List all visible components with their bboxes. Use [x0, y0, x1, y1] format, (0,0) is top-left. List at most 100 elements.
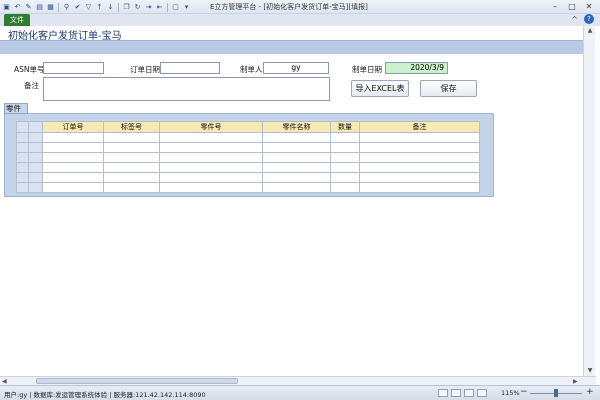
table-icon[interactable]: ▦: [46, 3, 55, 12]
cell-order-no[interactable]: [42, 172, 104, 183]
cell-label-no[interactable]: [103, 162, 160, 173]
print-icon[interactable]: ▤: [35, 3, 44, 12]
cell-quantity[interactable]: [330, 132, 360, 143]
table-row[interactable]: [16, 172, 480, 183]
minimize-button[interactable]: –: [548, 1, 562, 12]
check-icon[interactable]: ✔: [73, 3, 82, 12]
close-button[interactable]: ✕: [582, 1, 596, 12]
column-header-part-name[interactable]: 零件名称: [262, 121, 331, 133]
cell-order-no[interactable]: [42, 132, 104, 143]
table-row[interactable]: [16, 152, 480, 163]
cell-label-no[interactable]: [103, 132, 160, 143]
cell-part-no[interactable]: [159, 182, 263, 193]
save-icon[interactable]: ▣: [2, 3, 11, 12]
cell-order-no[interactable]: [42, 142, 104, 153]
select-all-cell[interactable]: [16, 121, 29, 133]
maker-field[interactable]: gy: [263, 62, 329, 74]
copy-icon[interactable]: ❐: [122, 3, 131, 12]
zoom-slider-handle[interactable]: [554, 389, 558, 397]
design-view-icon[interactable]: [477, 389, 487, 397]
maximize-button[interactable]: □: [565, 1, 579, 12]
sort-desc-icon[interactable]: ↓: [106, 3, 115, 12]
order-date-field[interactable]: [160, 62, 220, 74]
form-view-icon[interactable]: [438, 389, 448, 397]
table-row[interactable]: [16, 142, 480, 153]
cell-part-name[interactable]: [262, 132, 331, 143]
cell-quantity[interactable]: [330, 142, 360, 153]
zoom-level[interactable]: 115%: [501, 389, 520, 397]
window-controls: – □ ✕: [548, 1, 596, 12]
cell-remark[interactable]: [359, 142, 480, 153]
file-tab[interactable]: 文件: [4, 14, 30, 26]
cell-part-no[interactable]: [159, 162, 263, 173]
scroll-down-icon[interactable]: ▼: [584, 366, 596, 376]
table-row[interactable]: [16, 162, 480, 173]
zoom-in-icon[interactable]: +: [586, 387, 594, 397]
vertical-scrollbar[interactable]: ▲ ▼: [583, 26, 595, 376]
cell-part-no[interactable]: [159, 142, 263, 153]
cell-part-name[interactable]: [262, 172, 331, 183]
column-header-label-no[interactable]: 标签号: [103, 121, 160, 133]
help-icon[interactable]: ?: [584, 14, 594, 24]
column-header-quantity[interactable]: 数量: [330, 121, 360, 133]
cell-quantity[interactable]: [330, 182, 360, 193]
make-date-field[interactable]: 2020/3/9: [385, 62, 448, 74]
cell-order-no[interactable]: [42, 182, 104, 193]
menu-icon[interactable]: ▾: [182, 3, 191, 12]
row-selector[interactable]: [16, 162, 29, 173]
cell-remark[interactable]: [359, 152, 480, 163]
import-icon[interactable]: ⇤: [155, 3, 164, 12]
row-selector[interactable]: [16, 132, 29, 143]
cell-quantity[interactable]: [330, 152, 360, 163]
edit-icon[interactable]: ✎: [24, 3, 33, 12]
layout-view-icon[interactable]: [464, 389, 474, 397]
horizontal-scrollbar[interactable]: ◀ ▶: [0, 376, 596, 385]
row-selector[interactable]: [16, 172, 29, 183]
remark-field[interactable]: [43, 77, 330, 101]
column-header-part-no[interactable]: 零件号: [159, 121, 263, 133]
status-text: 用户:gy | 数据库:发运管理系统体验 | 服务器:121.42.142.11…: [4, 391, 206, 399]
cell-order-no[interactable]: [42, 152, 104, 163]
cell-remark[interactable]: [359, 162, 480, 173]
cell-part-name[interactable]: [262, 182, 331, 193]
datasheet-view-icon[interactable]: [451, 389, 461, 397]
refresh-icon[interactable]: ↻: [133, 3, 142, 12]
cell-label-no[interactable]: [103, 172, 160, 183]
cell-quantity[interactable]: [330, 172, 360, 183]
cell-remark[interactable]: [359, 172, 480, 183]
row-selector[interactable]: [16, 182, 29, 193]
cell-label-no[interactable]: [103, 152, 160, 163]
cell-quantity[interactable]: [330, 162, 360, 173]
cell-remark[interactable]: [359, 182, 480, 193]
cell-part-name[interactable]: [262, 152, 331, 163]
cell-order-no[interactable]: [42, 162, 104, 173]
cell-part-no[interactable]: [159, 172, 263, 183]
cell-part-no[interactable]: [159, 132, 263, 143]
export-icon[interactable]: ⇥: [144, 3, 153, 12]
cell-part-name[interactable]: [262, 162, 331, 173]
chevron-up-icon[interactable]: ^: [571, 15, 578, 24]
column-header-remark[interactable]: 备注: [359, 121, 480, 133]
table-row[interactable]: [16, 132, 480, 143]
cell-remark[interactable]: [359, 132, 480, 143]
zoom-icon[interactable]: ⚲: [62, 3, 71, 12]
row-selector[interactable]: [16, 152, 29, 163]
row-marker: [28, 162, 43, 173]
scroll-up-icon[interactable]: ▲: [584, 26, 596, 36]
cell-part-name[interactable]: [262, 142, 331, 153]
undo-icon[interactable]: ↶: [13, 3, 22, 12]
save-button[interactable]: 保存: [420, 80, 477, 97]
zoom-out-icon[interactable]: −: [520, 387, 528, 397]
import-excel-button[interactable]: 导入EXCEL表: [351, 80, 409, 97]
column-header-order-no[interactable]: 订单号: [42, 121, 104, 133]
horizontal-scroll-thumb[interactable]: [36, 378, 238, 384]
asn-field[interactable]: [43, 62, 104, 74]
filter-icon[interactable]: ▽: [84, 3, 93, 12]
table-row[interactable]: [16, 182, 480, 193]
window-icon[interactable]: ▢: [171, 3, 180, 12]
row-selector[interactable]: [16, 142, 29, 153]
sort-asc-icon[interactable]: ↑: [95, 3, 104, 12]
cell-part-no[interactable]: [159, 152, 263, 163]
cell-label-no[interactable]: [103, 142, 160, 153]
cell-label-no[interactable]: [103, 182, 160, 193]
